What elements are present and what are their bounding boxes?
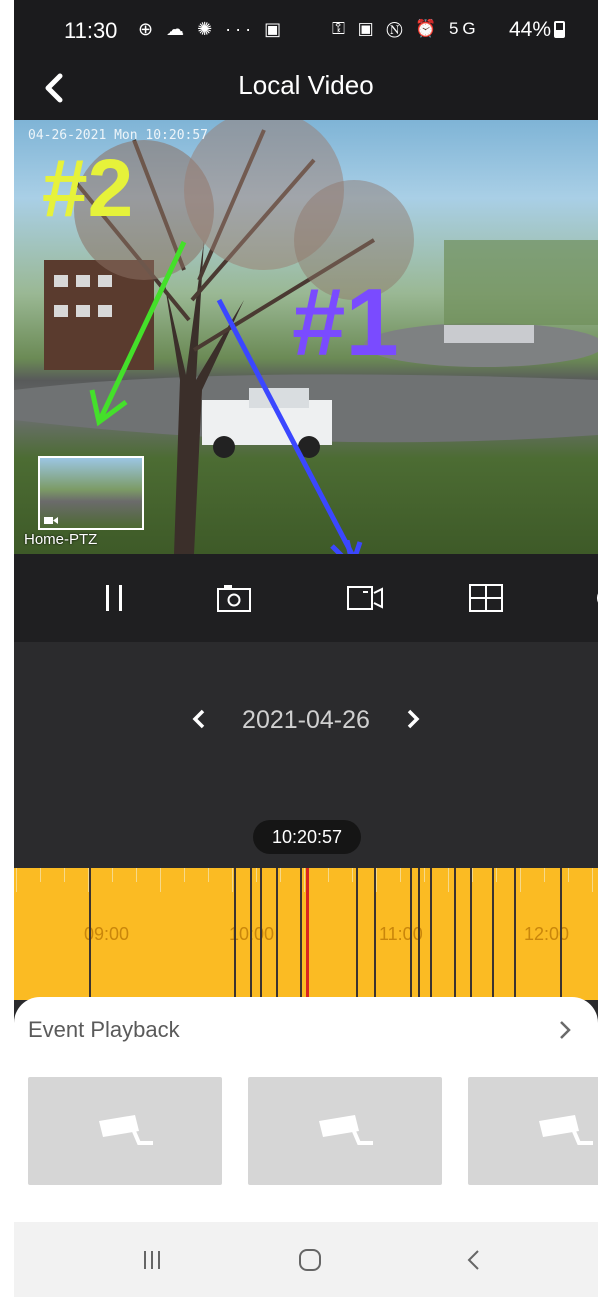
home-button[interactable]: [290, 1240, 330, 1280]
battery-icon: [554, 21, 565, 38]
timeline-tick: [256, 868, 257, 882]
timeline-tick: [40, 868, 41, 882]
timeline-tick: [16, 868, 17, 892]
pause-icon: [106, 585, 122, 611]
chevron-right-icon: [407, 709, 420, 729]
timeline-tick: [592, 868, 593, 892]
event-thumbnail[interactable]: [28, 1077, 222, 1185]
timeline-tick: [304, 868, 305, 892]
annotation-two: #2: [42, 143, 134, 234]
recording-segment-mark: [418, 868, 420, 1000]
video-timestamp: 04-26-2021 Mon 10:20:57: [28, 128, 209, 143]
timeline-tick: [352, 868, 353, 882]
date-selector: 2021-04-26 10:20:57: [14, 642, 598, 868]
annotation-one: #1: [292, 269, 399, 376]
recording-segment-mark: [276, 868, 278, 1000]
notification-icons: ⊕ ☁ ✺ ··· ▣: [138, 19, 286, 39]
timeline-tick: [280, 868, 281, 882]
snapshot-button[interactable]: [214, 578, 254, 618]
home-icon: [299, 1249, 321, 1271]
recent-apps-button[interactable]: [132, 1240, 172, 1280]
more-controls-partial[interactable]: [582, 578, 598, 618]
timeline-tick: [424, 868, 425, 882]
recording-segment-mark: [234, 868, 236, 1000]
timeline-tick: [448, 868, 449, 892]
timeline-tick: [136, 868, 137, 882]
app-screen: 11:30 ⊕ ☁ ✺ ··· ▣ ⚿ ▣ Ⓝ ⏰ 5G 44% Local V…: [14, 0, 598, 1297]
playback-timeline[interactable]: 09:00 10:00 11:00 12:00: [14, 868, 598, 1000]
video-player[interactable]: 04-26-2021 Mon 10:20:57 #2 #1 Home-PTZ: [14, 120, 598, 554]
timeline-tick: [64, 868, 65, 882]
timeline-tick: [400, 868, 401, 882]
timeline-tick: [520, 868, 521, 892]
timeline-tick: [160, 868, 161, 892]
recording-segment-mark: [260, 868, 262, 1000]
timeline-tick: [184, 868, 185, 882]
circle-icon: [597, 593, 598, 603]
status-time: 11:30: [64, 18, 118, 43]
recording-segment-mark: [560, 868, 562, 1000]
timeline-tick: [496, 868, 497, 882]
timeline-cursor[interactable]: [306, 868, 309, 1000]
page-title: Local Video: [238, 70, 374, 100]
timeline-tick: [208, 868, 209, 882]
recording-segment-mark: [430, 868, 432, 1000]
system-status-icons: ⚿ ▣ Ⓝ ⏰ 5G: [332, 19, 480, 38]
pip-preview[interactable]: [38, 456, 144, 530]
camera-placeholder-icon: [319, 1115, 373, 1145]
timeline-tick: [568, 868, 569, 882]
recording-segment-mark: [89, 868, 91, 1000]
system-back-button[interactable]: [454, 1240, 494, 1280]
video-camera-icon: [44, 517, 58, 524]
system-navigation-bar: [14, 1222, 598, 1297]
timeline-tick: [232, 868, 233, 892]
snapshot-camera-icon: [217, 585, 251, 612]
record-video-icon: [347, 586, 383, 610]
recording-segment-mark: [470, 868, 472, 1000]
recording-segment-mark: [300, 868, 302, 1000]
timeline-tick: [112, 868, 113, 882]
event-thumbnail[interactable]: [248, 1077, 442, 1185]
recording-segment-mark: [356, 868, 358, 1000]
recording-segment-mark: [514, 868, 516, 1000]
selected-date[interactable]: 2021-04-26: [14, 706, 598, 735]
pip-camera-label: Home-PTZ: [24, 531, 98, 548]
timeline-label: 12:00: [524, 924, 570, 944]
chevron-right-icon: [560, 1021, 571, 1039]
grid-layout-icon: [469, 584, 503, 612]
recording-segment-mark: [454, 868, 456, 1000]
camera-placeholder-icon: [99, 1115, 153, 1145]
record-button[interactable]: [346, 578, 386, 618]
timeline-label: 11:00: [379, 924, 423, 944]
recording-segment-mark: [250, 868, 252, 1000]
recent-apps-icon: [144, 1251, 160, 1269]
recording-segment-mark: [374, 868, 376, 1000]
timeline-tick: [472, 868, 473, 882]
pause-button[interactable]: [94, 578, 134, 618]
recording-segment-mark: [492, 868, 494, 1000]
recording-segment-mark: [410, 868, 412, 1000]
grid-layout-button[interactable]: [466, 578, 506, 618]
next-date-button[interactable]: [398, 704, 428, 734]
status-bar: 11:30 ⊕ ☁ ✺ ··· ▣ ⚿ ▣ Ⓝ ⏰ 5G 44%: [14, 0, 598, 56]
header-bar: Local Video: [14, 56, 598, 120]
player-controls: [14, 554, 598, 642]
event-playback-more-button[interactable]: [552, 1017, 578, 1043]
battery-percentage: 44%: [509, 18, 552, 41]
timeline-tick: [544, 868, 545, 882]
camera-placeholder-icon: [539, 1115, 593, 1145]
back-icon: [467, 1250, 479, 1270]
timeline-tick: [376, 868, 377, 892]
timeline-tick: [328, 868, 329, 882]
current-time-badge: 10:20:57: [253, 820, 361, 854]
event-playback-title[interactable]: Event Playback: [28, 1017, 180, 1043]
event-thumbnail[interactable]: [468, 1077, 598, 1185]
